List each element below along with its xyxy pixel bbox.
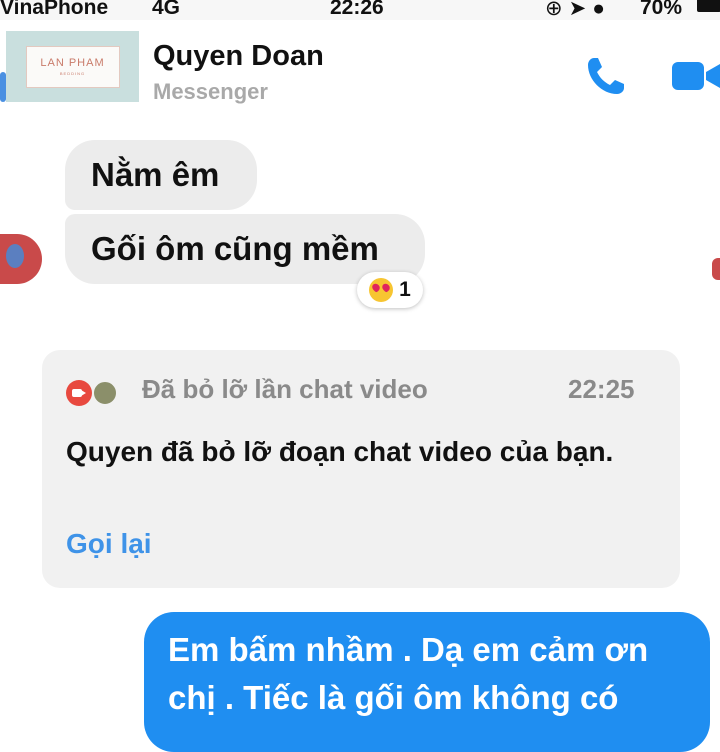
carrier-label: VinaPhone <box>0 0 109 19</box>
missed-call-body: Quyen đã bỏ lỡ đoạn chat video của bạn. <box>66 436 614 467</box>
clock-label: 22:26 <box>330 0 384 19</box>
watermark-sub: BEDDING <box>59 71 86 76</box>
received-message[interactable]: Nằm êm <box>65 140 257 210</box>
missed-call-time: 22:25 <box>568 374 635 404</box>
video-camera-icon <box>672 62 720 90</box>
reaction-count: 1 <box>399 278 411 301</box>
watermark-brand: LAN PHAM <box>40 57 105 69</box>
phone-call-button[interactable] <box>582 52 630 100</box>
missed-call-title: Đã bỏ lỡ lần chat video <box>142 374 428 404</box>
watermark-logo: LAN PHAM BEDDING <box>6 31 139 102</box>
battery-percent: 70% <box>640 0 683 19</box>
heart-eyes-emoji-icon <box>369 278 394 302</box>
contact-name[interactable]: Quyen Doan <box>153 40 324 73</box>
network-label: 4G <box>152 0 181 19</box>
phone-icon <box>588 58 624 94</box>
seen-avatar <box>712 258 720 280</box>
sent-message[interactable]: Em bấm nhầm . Dạ em cảm ơn chị . Tiếc là… <box>144 612 710 752</box>
caller-avatar <box>92 380 118 406</box>
status-bar: VinaPhone 4G 22:26 ⊕➤● 70% <box>0 0 720 20</box>
video-camera-missed-icon <box>66 380 92 406</box>
battery-icon <box>697 0 720 12</box>
message-reaction[interactable]: 1 <box>357 272 423 308</box>
missed-video-call-card: Đã bỏ lỡ lần chat video 22:25 Quyen đã b… <box>42 350 680 588</box>
status-icons: ⊕➤● <box>545 0 611 20</box>
video-call-button[interactable] <box>672 56 720 96</box>
sender-avatar[interactable] <box>0 234 42 284</box>
call-back-button[interactable]: Gọi lại <box>66 528 152 560</box>
contact-subtitle: Messenger <box>153 79 268 104</box>
watermark-inner: LAN PHAM BEDDING <box>25 45 120 88</box>
